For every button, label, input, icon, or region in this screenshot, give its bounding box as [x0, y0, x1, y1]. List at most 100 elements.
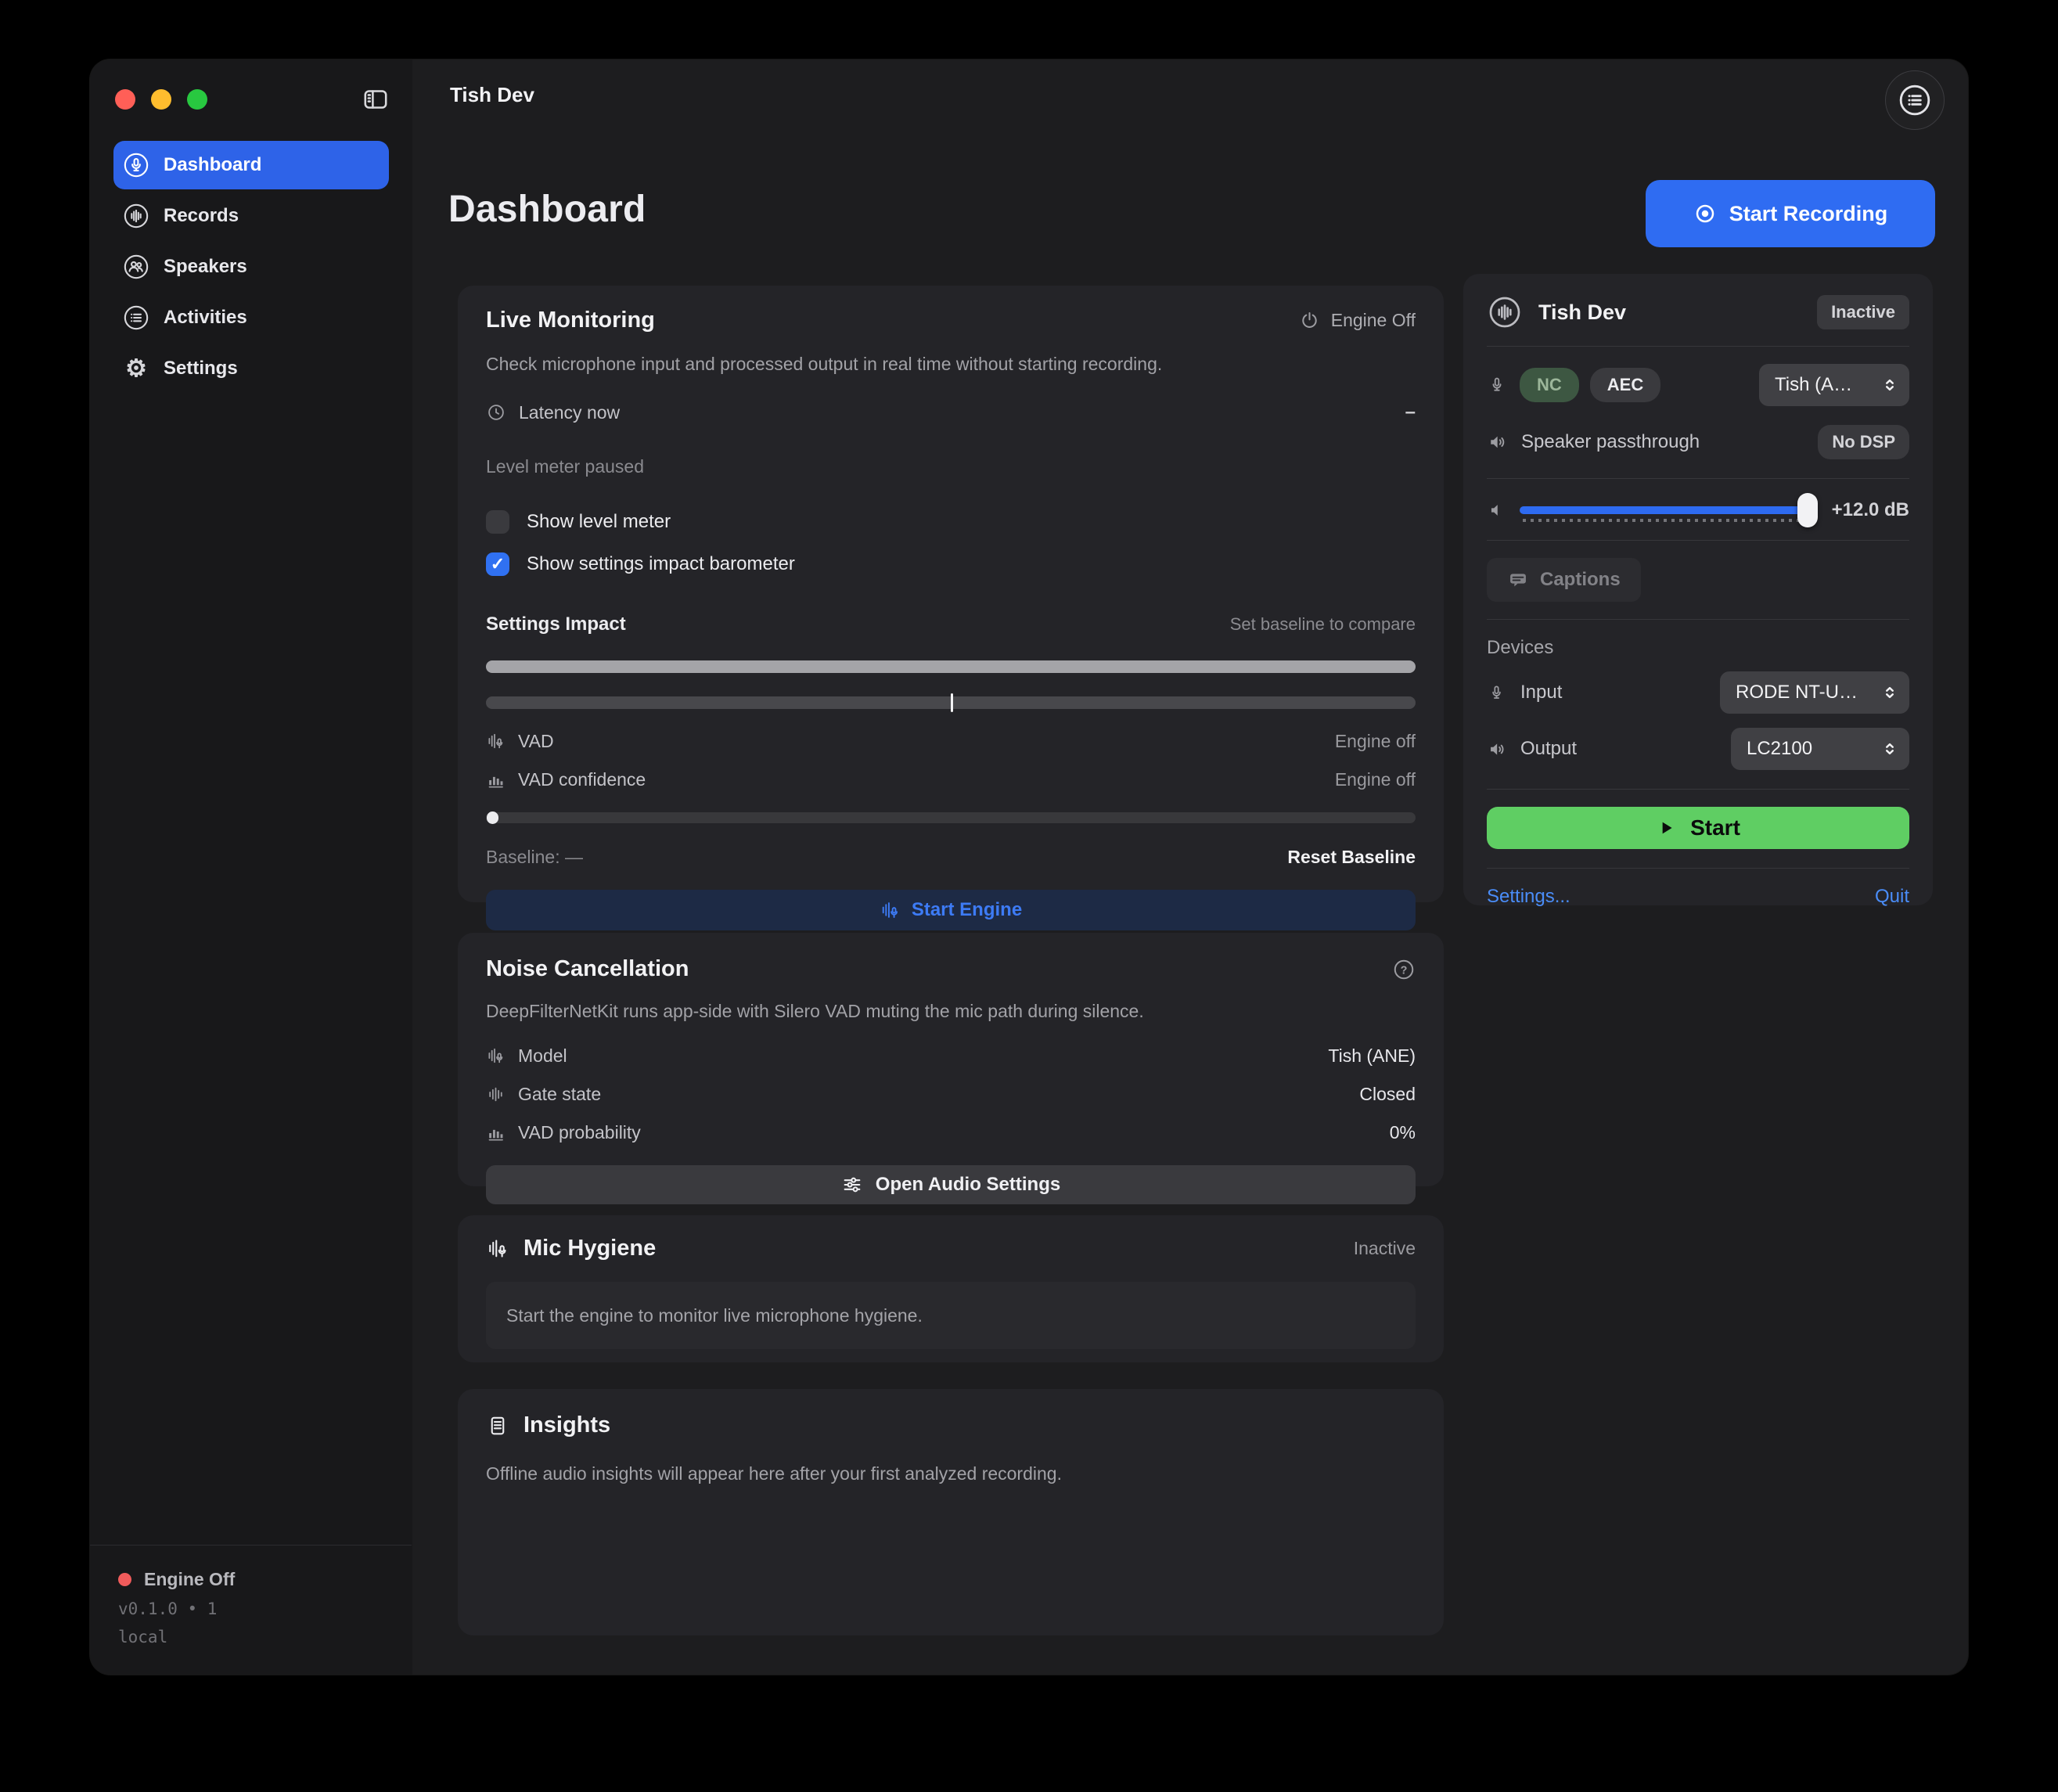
show-level-meter-checkbox[interactable]	[486, 510, 509, 534]
sidebar-toggle-icon[interactable]	[359, 85, 392, 114]
latency-label: Latency now	[519, 402, 620, 423]
output-label: Output	[1520, 738, 1577, 760]
input-label: Input	[1520, 682, 1562, 703]
reset-baseline-button[interactable]: Reset Baseline	[1287, 847, 1416, 868]
waveform-circle-icon	[1487, 294, 1523, 330]
svg-text:?: ?	[1401, 964, 1408, 977]
start-button[interactable]: Start	[1487, 807, 1909, 849]
list-circle-icon	[123, 304, 149, 331]
gain-value: +12.0 dB	[1832, 499, 1909, 521]
environment-label: local	[118, 1628, 412, 1646]
start-engine-button[interactable]: Start Engine	[486, 890, 1416, 930]
settings-link[interactable]: Settings...	[1487, 886, 1570, 908]
waveform-mic-icon	[486, 1237, 509, 1261]
vad-value: Engine off	[1335, 731, 1416, 752]
traffic-lights	[115, 89, 207, 110]
close-window-button[interactable]	[115, 89, 135, 110]
document-icon	[486, 1414, 509, 1438]
input-select[interactable]: RODE NT-U…	[1720, 671, 1909, 714]
speaker-muted-icon	[1487, 500, 1507, 520]
vad-probability-value: 0%	[1390, 1122, 1416, 1143]
quit-link[interactable]: Quit	[1875, 886, 1909, 908]
input-select-value: RODE NT-U…	[1736, 682, 1858, 703]
gate-state-value: Closed	[1359, 1084, 1416, 1105]
devices-section-label: Devices	[1487, 637, 1909, 659]
minimize-window-button[interactable]	[151, 89, 171, 110]
mic-hygiene-card: Mic Hygiene Inactive Start the engine to…	[458, 1215, 1444, 1362]
sidebar: Dashboard Records	[90, 59, 413, 1675]
start-label: Start	[1690, 815, 1740, 840]
model-select-value: Tish (A…	[1775, 374, 1852, 396]
vad-confidence-indicator	[487, 811, 498, 824]
waveform-icon	[486, 1085, 506, 1104]
vad-probability-label: VAD probability	[518, 1122, 641, 1143]
show-barometer-checkbox[interactable]: ✓	[486, 552, 509, 576]
dsp-badge: No DSP	[1818, 425, 1909, 459]
show-barometer-label: Show settings impact barometer	[527, 553, 795, 575]
zoom-window-button[interactable]	[187, 89, 207, 110]
sidebar-item-settings[interactable]: ⚙ Settings	[113, 344, 389, 393]
gain-slider-fill	[1520, 506, 1812, 514]
mic-hygiene-message-panel: Start the engine to monitor live microph…	[486, 1282, 1416, 1349]
settings-impact-hint: Set baseline to compare	[1230, 614, 1416, 635]
gain-slider-thumb[interactable]	[1797, 493, 1818, 527]
aec-chip[interactable]: AEC	[1590, 368, 1660, 402]
model-select[interactable]: Tish (A…	[1759, 364, 1909, 406]
sidebar-item-records[interactable]: Records	[113, 192, 389, 240]
sidebar-item-dashboard[interactable]: Dashboard	[113, 141, 389, 189]
sidebar-item-label: Settings	[164, 358, 238, 380]
latency-value: –	[1405, 401, 1416, 423]
baseline-tick	[951, 693, 953, 712]
vad-confidence-label: VAD confidence	[518, 769, 646, 790]
play-icon	[1656, 818, 1676, 838]
menu-button[interactable]	[1885, 70, 1945, 130]
speaker-icon	[1487, 431, 1509, 453]
impact-baseline-bar	[486, 696, 1416, 709]
sliders-icon	[841, 1174, 863, 1196]
model-value: Tish (ANE)	[1328, 1045, 1416, 1067]
model-label: Model	[518, 1045, 567, 1067]
people-circle-icon	[123, 254, 149, 280]
output-select[interactable]: LC2100	[1731, 728, 1909, 770]
record-icon	[1693, 202, 1717, 225]
mic-icon	[1487, 375, 1507, 395]
main-content: Tish Dev Dashboard Start Recording Live …	[412, 59, 1968, 1675]
sidebar-item-speakers[interactable]: Speakers	[113, 243, 389, 291]
start-recording-label: Start Recording	[1729, 202, 1888, 226]
clock-icon	[486, 402, 506, 423]
mic-hygiene-status: Inactive	[1354, 1238, 1416, 1259]
engine-status-dot	[118, 1573, 131, 1586]
panel-status-badge: Inactive	[1817, 295, 1909, 329]
help-icon[interactable]: ?	[1392, 958, 1416, 981]
nc-chip[interactable]: NC	[1520, 368, 1579, 402]
engine-status-text: Engine Off	[144, 1569, 235, 1590]
sidebar-item-label: Speakers	[164, 256, 247, 278]
insights-message: Offline audio insights will appear here …	[486, 1463, 1416, 1484]
sidebar-item-label: Dashboard	[164, 154, 261, 176]
open-audio-settings-button[interactable]: Open Audio Settings	[486, 1165, 1416, 1204]
card-description: DeepFilterNetKit runs app-side with Sile…	[486, 1001, 1416, 1022]
captions-button[interactable]: Captions	[1487, 558, 1641, 602]
insights-card: Insights Offline audio insights will app…	[458, 1389, 1444, 1635]
live-monitoring-card: Live Monitoring Engine Off Check microph…	[458, 286, 1444, 902]
card-title: Noise Cancellation	[486, 956, 689, 982]
sidebar-item-activities[interactable]: Activities	[113, 293, 389, 342]
gain-slider[interactable]	[1520, 491, 1818, 529]
page-title: Dashboard	[448, 188, 646, 231]
chevron-updown-icon	[1880, 375, 1900, 395]
output-select-value: LC2100	[1747, 738, 1812, 760]
baseline-label: Baseline: —	[486, 847, 583, 868]
panel-title: Tish Dev	[1538, 300, 1626, 325]
bar-chart-icon	[486, 1123, 506, 1142]
vad-label: VAD	[518, 731, 554, 752]
chevron-updown-icon	[1880, 682, 1900, 703]
sidebar-item-label: Activities	[164, 307, 247, 329]
start-recording-button[interactable]: Start Recording	[1646, 180, 1935, 247]
card-title: Insights	[523, 1412, 610, 1438]
bar-chart-icon	[486, 770, 506, 790]
show-level-meter-label: Show level meter	[527, 511, 671, 533]
gain-slider-ticks	[1523, 519, 1802, 522]
app-window: Dashboard Records	[90, 59, 1968, 1675]
sidebar-status: Engine Off v0.1.0 • 1 local	[90, 1545, 412, 1675]
captions-icon	[1507, 569, 1529, 591]
